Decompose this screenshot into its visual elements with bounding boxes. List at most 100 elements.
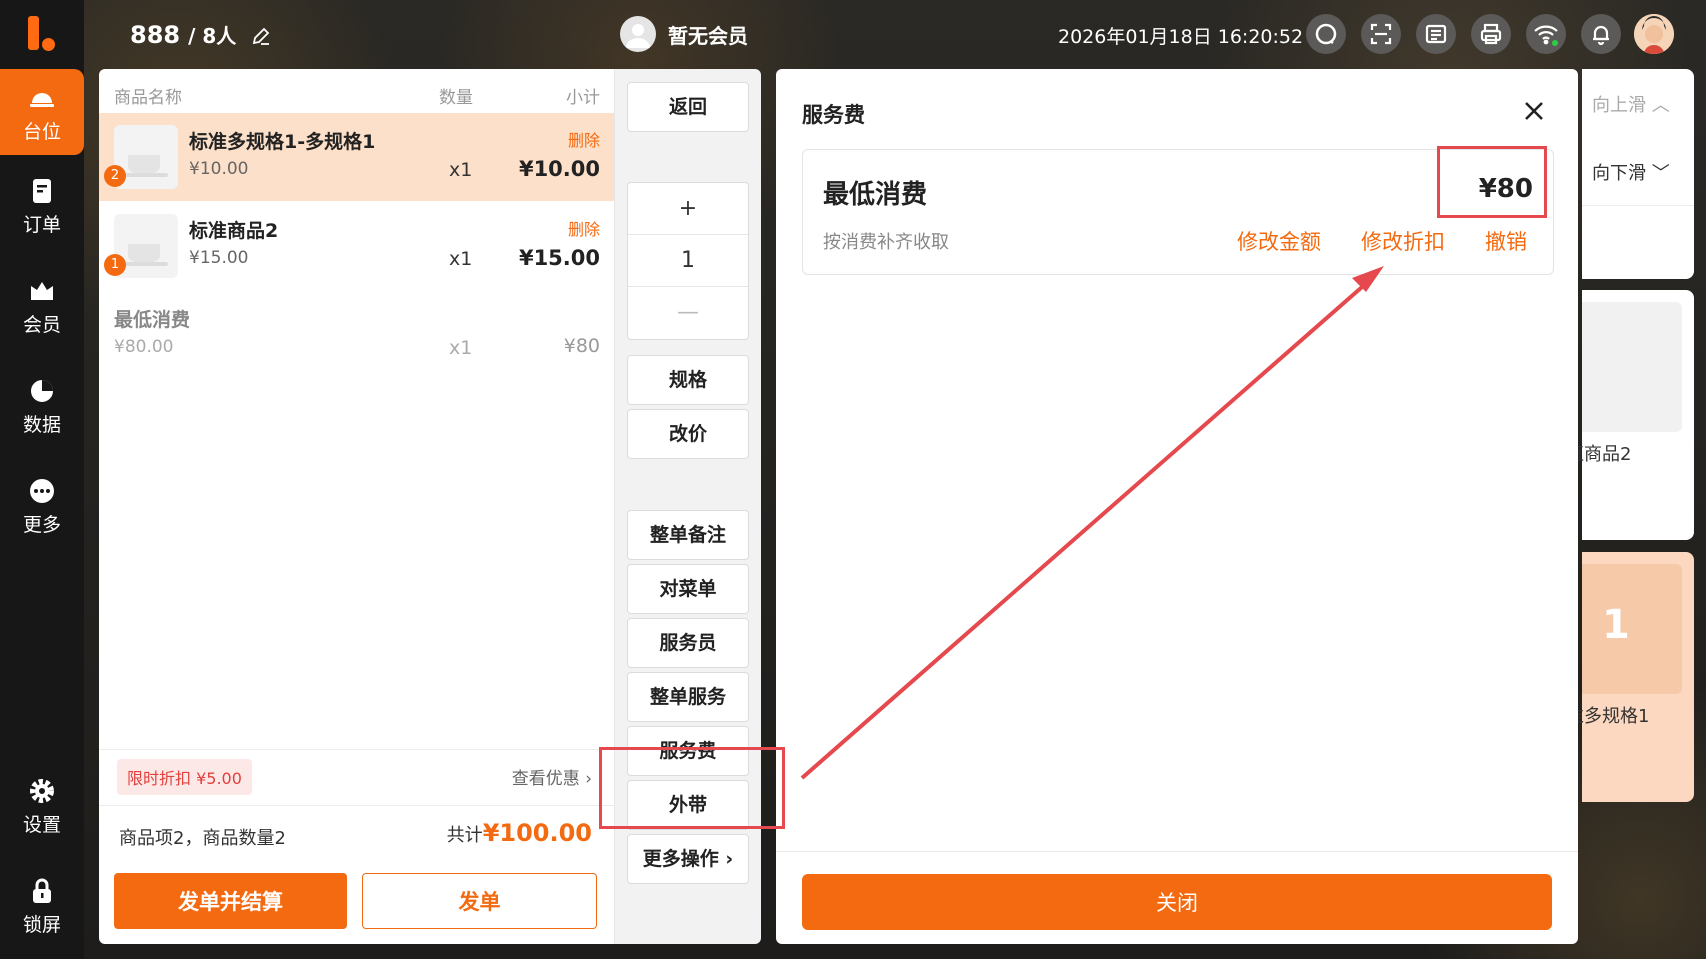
back-button[interactable]: 返回 [627, 82, 749, 132]
scan-icon [1370, 23, 1392, 45]
item-qty: x1 [449, 337, 473, 359]
member-avatar-icon [620, 16, 656, 52]
order-item-row[interactable]: 1 标准商品2 ¥15.00 删除 x1 ¥15.00 [99, 202, 614, 290]
sidebar-item-member[interactable]: 会员 [0, 262, 84, 348]
list-button[interactable] [1416, 14, 1456, 54]
scroll-up-button[interactable]: 向上滑 ︿ [1592, 91, 1670, 117]
header-name: 商品名称 [114, 88, 182, 108]
divider [1582, 205, 1694, 206]
table-number-text: 888 [130, 21, 181, 49]
close-icon[interactable] [1520, 97, 1548, 125]
product-image [1582, 302, 1682, 432]
sidebar-item-label: 订单 [22, 214, 61, 236]
qty-badge: 2 [104, 165, 126, 187]
whole-service-button[interactable]: 整单服务 [627, 672, 749, 722]
more-actions-button[interactable]: 更多操作 › [627, 834, 749, 884]
edit-icon[interactable] [251, 26, 271, 46]
list-icon [1425, 24, 1447, 44]
close-button[interactable]: 关闭 [802, 874, 1552, 930]
sidebar-item-label: 数据 [22, 414, 61, 436]
cancel-fee-link[interactable]: 撤销 [1485, 226, 1527, 256]
gear-icon [30, 779, 54, 803]
scroll-down-button[interactable]: 向下滑 ﹀ [1592, 159, 1670, 185]
sidebar-item-data[interactable]: 数据 [0, 362, 84, 448]
people-count: / 8人 [188, 24, 237, 48]
notification-button[interactable] [1581, 14, 1621, 54]
quantity-value: 1 [628, 235, 748, 287]
order-item-row[interactable]: 2 标准多规格1-多规格1 ¥10.00 删除 x1 ¥10.00 [99, 113, 614, 201]
table-number[interactable]: 888 / 8人 [130, 20, 271, 49]
product-card[interactable]: 1 隹多规格1 [1566, 552, 1694, 802]
member-selector[interactable]: 暂无会员 [620, 16, 748, 52]
sidebar-item-more[interactable]: 更多 [0, 462, 84, 548]
edit-discount-link[interactable]: 修改折扣 [1361, 226, 1445, 256]
takeout-button[interactable]: 外带 [627, 780, 749, 830]
fee-description: 按消费补齐收取 [823, 232, 949, 253]
item-subtotal: ¥80 [563, 335, 600, 357]
search-icon [1315, 23, 1337, 45]
modal-title: 服务费 [802, 103, 865, 127]
send-order-button[interactable]: 发单 [362, 873, 597, 929]
send-and-pay-button[interactable]: 发单并结算 [114, 873, 347, 929]
item-qty: x1 [449, 159, 473, 181]
item-price: ¥10.00 [189, 159, 249, 179]
order-panel: 商品名称 数量 小计 2 标准多规格1-多规格1 ¥10.00 删除 x1 ¥1… [99, 69, 614, 944]
member-label: 暂无会员 [668, 23, 748, 48]
summary-count: 商品项2，商品数量2 [119, 828, 286, 849]
edit-amount-link[interactable]: 修改金额 [1237, 226, 1321, 256]
more-icon [30, 479, 54, 503]
item-name: 标准多规格1-多规格1 [189, 131, 376, 153]
sidebar-item-order[interactable]: 订单 [0, 162, 84, 248]
product-image [1582, 564, 1682, 694]
product-card[interactable]: 直商品2 [1566, 290, 1694, 540]
sidebar-item-table[interactable]: 台位 [0, 69, 84, 155]
delete-link[interactable]: 删除 [568, 216, 600, 240]
waiter-button[interactable]: 服务员 [627, 618, 749, 668]
lock-icon [33, 878, 51, 903]
sidebar-item-label: 锁屏 [22, 914, 61, 936]
reprice-button[interactable]: 改价 [627, 409, 749, 459]
sidebar-item-label: 台位 [22, 121, 61, 143]
product-name: 隹多规格1 [1566, 706, 1650, 727]
view-discount-link[interactable]: 查看优惠 › [512, 764, 592, 789]
total-label: 共计 [446, 825, 483, 846]
item-subtotal: ¥10.00 [518, 157, 600, 181]
item-name: 标准商品2 [189, 220, 279, 242]
user-avatar[interactable] [1634, 14, 1674, 54]
order-note-button[interactable]: 整单备注 [627, 510, 749, 560]
increment-button[interactable]: + [628, 183, 748, 235]
sidebar-item-lock[interactable]: 锁屏 [0, 862, 84, 948]
view-discount-label: 查看优惠 [511, 769, 580, 789]
total-amount: ¥100.00 [482, 819, 592, 847]
scan-button[interactable] [1361, 14, 1401, 54]
discount-tag: 限时折扣 ¥5.00 [117, 759, 252, 795]
search-button[interactable] [1306, 14, 1346, 54]
item-qty: x1 [449, 248, 473, 270]
action-column: 返回 + 1 — 规格 改价 整单备注 对菜单 服务员 整单服务 服务费 外带 … [614, 69, 761, 944]
item-price: ¥80.00 [114, 337, 174, 357]
scroll-panel: 向上滑 ︿ 向下滑 ﹀ [1582, 69, 1694, 279]
discount-bar: 限时折扣 ¥5.00 查看优惠 › [99, 749, 614, 806]
min-consumption-row: 最低消费 ¥80.00 x1 ¥80 [99, 291, 614, 379]
fee-amount: ¥80 [1478, 174, 1533, 204]
order-icon [33, 179, 51, 203]
service-fee-modal: 服务费 最低消费 按消费补齐收取 ¥80 修改金额 修改折扣 撤销 关闭 [776, 69, 1578, 944]
quantity-stepper: + 1 — [627, 182, 749, 340]
product-qty-overlay: 1 [1602, 602, 1630, 648]
sidebar-item-settings[interactable]: 设置 [0, 762, 84, 848]
datetime: 2026年01月18日 16:20:52 [1058, 26, 1304, 48]
qty-badge: 1 [104, 254, 126, 276]
modal-footer-divider [776, 851, 1578, 852]
sidebar-item-label: 更多 [22, 514, 61, 536]
check-menu-button[interactable]: 对菜单 [627, 564, 749, 614]
summary-total: 共计¥100.00 [447, 819, 592, 847]
wifi-button[interactable] [1526, 14, 1566, 54]
printer-icon [1480, 23, 1502, 45]
spec-button[interactable]: 规格 [627, 355, 749, 405]
service-fee-button[interactable]: 服务费 [627, 726, 749, 776]
delete-link[interactable]: 删除 [568, 127, 600, 151]
decrement-button[interactable]: — [628, 287, 748, 338]
chevron-right-icon: › [585, 769, 592, 789]
printer-button[interactable] [1471, 14, 1511, 54]
member-icon [31, 282, 53, 300]
